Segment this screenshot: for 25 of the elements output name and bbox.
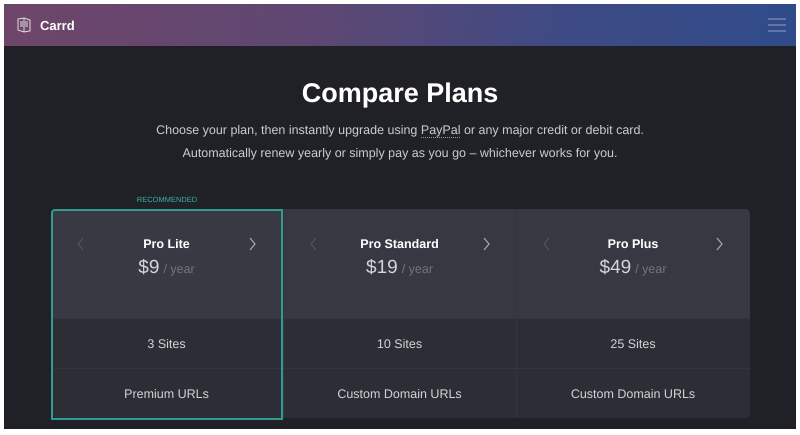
plan-price: $49 bbox=[600, 257, 632, 279]
intro-text: Automatically renew yearly or simply pay as you go – whichever works for you. bbox=[182, 145, 618, 162]
logo-icon[interactable] bbox=[17, 17, 31, 33]
plan-name: Pro Plus bbox=[608, 237, 658, 251]
feature-cell: 25 Sites bbox=[516, 318, 750, 368]
page-title: Compare Plans bbox=[302, 78, 498, 109]
price-period: / year bbox=[635, 262, 666, 276]
plan-price: $9 bbox=[138, 257, 160, 279]
price-period: / year bbox=[402, 262, 433, 276]
brand-name[interactable]: Carrd bbox=[40, 18, 75, 32]
feature-cell: Custom Domain URLs bbox=[284, 368, 516, 418]
plan-price: $19 bbox=[366, 257, 398, 279]
plan-name: Pro Lite bbox=[143, 237, 190, 251]
plan-name: Pro Standard bbox=[360, 237, 439, 251]
feature-cell: Custom Domain URLs bbox=[516, 368, 750, 418]
chevron-right-icon[interactable] bbox=[482, 237, 490, 251]
paypal-link[interactable]: PayPal bbox=[420, 123, 460, 138]
feature-cell: 10 Sites bbox=[284, 318, 516, 368]
chevron-right-icon[interactable] bbox=[249, 237, 256, 251]
menu-icon[interactable] bbox=[768, 18, 786, 32]
feature-cell: Premium URLs bbox=[50, 368, 284, 418]
chevron-right-icon[interactable] bbox=[716, 237, 723, 251]
feature-cell: 3 Sites bbox=[50, 318, 284, 368]
price-period: / year bbox=[163, 262, 195, 276]
intro-text: Choose your plan, then instantly upgrade using PayPal or any major credit or debit card. bbox=[156, 122, 644, 140]
